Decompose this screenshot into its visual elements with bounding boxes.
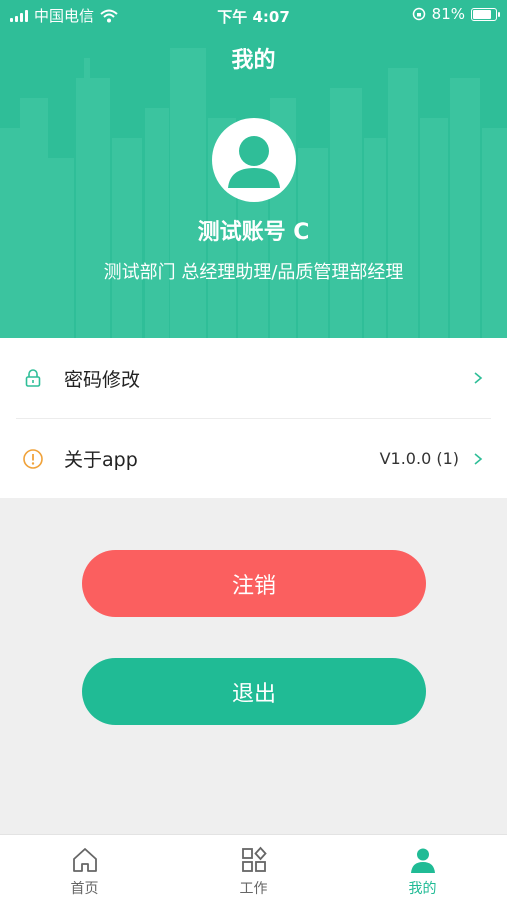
chevron-right-icon [474,452,483,465]
logout-button[interactable]: 退出 [82,658,426,725]
tab-mine[interactable]: 我的 [338,835,507,900]
user-name: 测试账号 C [197,220,310,245]
person-icon [410,848,435,873]
menu-item-change-password[interactable]: 密码修改 [0,338,507,418]
person-icon [228,136,280,188]
tab-label: 工作 [239,881,268,897]
menu-item-about-app[interactable]: 关于app V1.0.0 (1) [16,418,491,498]
user-department: 测试部门 总经理助理/品质管理部经理 [103,262,404,283]
home-icon [72,848,97,872]
tab-home[interactable]: 首页 [0,835,169,900]
grid-icon [241,846,267,872]
tab-label: 我的 [408,881,437,897]
avatar[interactable] [212,118,296,202]
bottom-tab-bar: 首页 工作 我的 [0,834,507,900]
status-bar: 中国电信 下午 4:07 81% [0,0,507,30]
orientation-lock-icon [412,7,425,21]
lock-icon [22,367,44,389]
battery-percent: 81% [431,5,465,23]
menu-item-label: 密码修改 [64,368,141,391]
page-title: 我的 [231,48,276,73]
profile-header: 中国电信 下午 4:07 81% 我的 测试账号 C 测试部门 总经理助理/品质… [0,0,507,338]
cancel-account-button[interactable]: 注销 [82,550,426,617]
chevron-right-icon [474,372,483,384]
info-icon [22,448,44,470]
tab-work[interactable]: 工作 [169,835,338,900]
app-version: V1.0.0 (1) [379,449,459,468]
menu-item-label: 关于app [64,449,138,471]
settings-menu: 密码修改 关于app V1.0.0 (1) [0,338,507,498]
tab-label: 首页 [70,881,99,897]
battery-icon [471,7,500,21]
